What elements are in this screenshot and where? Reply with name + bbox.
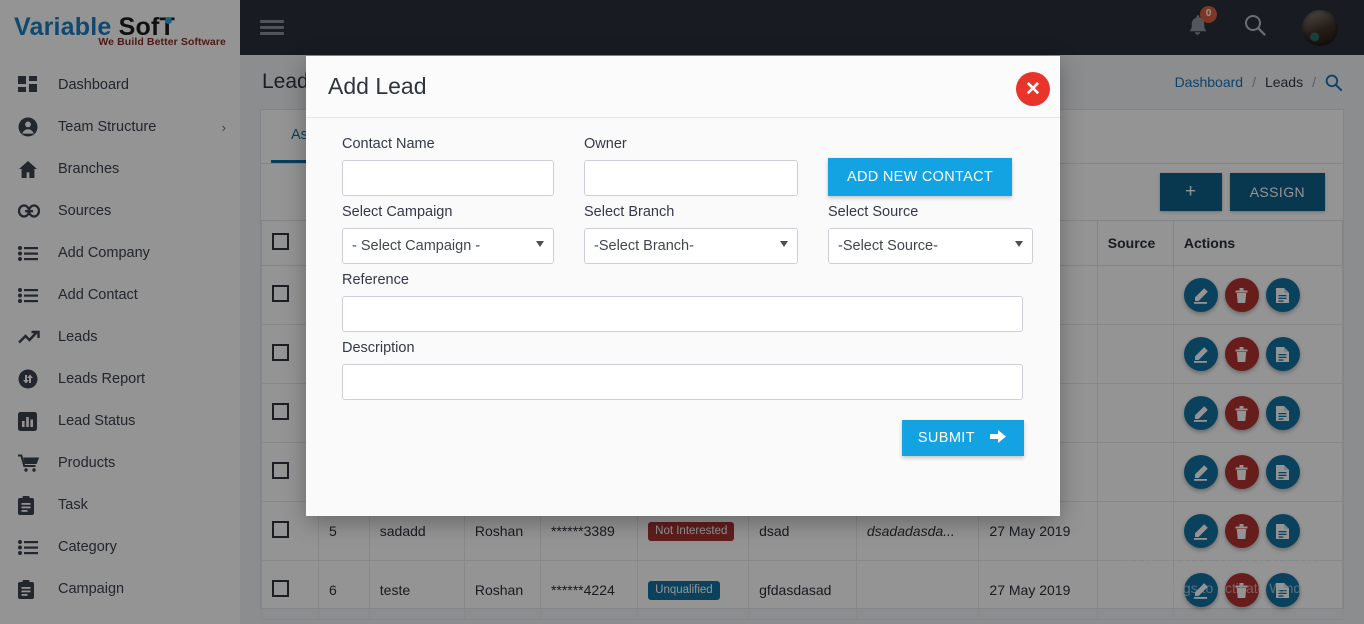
- submit-label: SUBMIT: [918, 430, 975, 446]
- form-row-description: Description: [342, 340, 1024, 400]
- source-label: Select Source: [828, 204, 1033, 220]
- field-source: Select Source -Select Source-: [828, 204, 1033, 264]
- owner-label: Owner: [584, 136, 798, 152]
- branch-select-wrap: -Select Branch-: [584, 228, 798, 264]
- send-icon: [989, 429, 1008, 448]
- submit-button[interactable]: SUBMIT: [902, 420, 1024, 456]
- campaign-select[interactable]: - Select Campaign -: [342, 228, 554, 264]
- form-row-contact: Contact Name Owner ADD NEW CONTACT: [342, 136, 1024, 196]
- field-description: Description: [342, 340, 1023, 400]
- add-lead-modal: Add Lead ✕ Contact Name Owner ADD NEW CO…: [306, 56, 1060, 516]
- description-input[interactable]: [342, 364, 1023, 400]
- contact-name-label: Contact Name: [342, 136, 554, 152]
- reference-label: Reference: [342, 272, 1023, 288]
- field-campaign: Select Campaign - Select Campaign -: [342, 204, 554, 264]
- campaign-select-wrap: - Select Campaign -: [342, 228, 554, 264]
- modal-body: Contact Name Owner ADD NEW CONTACT Selec…: [306, 118, 1060, 456]
- modal-footer: SUBMIT: [342, 420, 1024, 456]
- form-row-selects: Select Campaign - Select Campaign - Sele…: [342, 204, 1024, 264]
- field-contact-name: Contact Name: [342, 136, 554, 196]
- field-branch: Select Branch -Select Branch-: [584, 204, 798, 264]
- branch-select[interactable]: -Select Branch-: [584, 228, 798, 264]
- source-select-wrap: -Select Source-: [828, 228, 1033, 264]
- owner-input[interactable]: [584, 160, 798, 196]
- modal-header: Add Lead ✕: [306, 56, 1060, 118]
- campaign-label: Select Campaign: [342, 204, 554, 220]
- form-row-reference: Reference: [342, 272, 1024, 332]
- reference-input[interactable]: [342, 296, 1023, 332]
- modal-title: Add Lead: [328, 73, 426, 100]
- app-root: Variable SofT We Build Better Software D…: [0, 0, 1364, 624]
- close-icon[interactable]: ✕: [1016, 72, 1050, 106]
- contact-name-input[interactable]: [342, 160, 554, 196]
- field-reference: Reference: [342, 272, 1023, 332]
- description-label: Description: [342, 340, 1023, 356]
- add-new-contact-button[interactable]: ADD NEW CONTACT: [828, 158, 1012, 196]
- field-owner: Owner: [584, 136, 798, 196]
- branch-label: Select Branch: [584, 204, 798, 220]
- source-select[interactable]: -Select Source-: [828, 228, 1033, 264]
